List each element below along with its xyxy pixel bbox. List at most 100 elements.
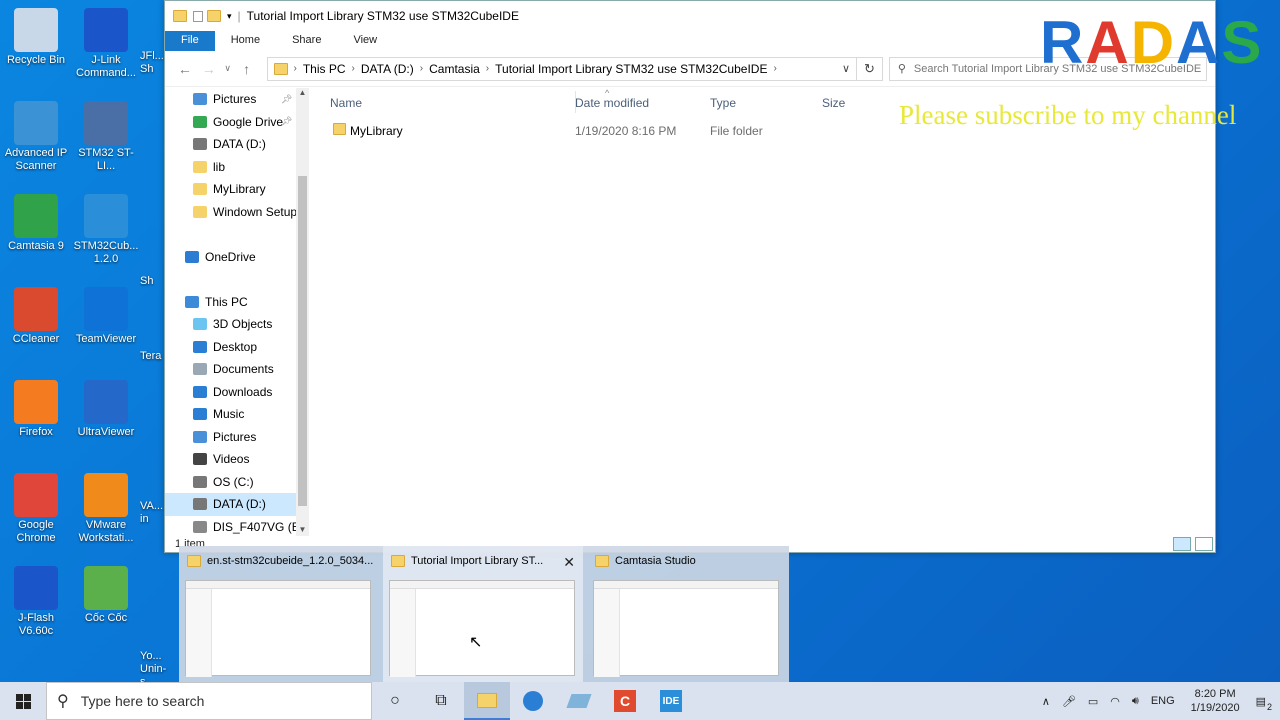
tool-icon[interactable] — [556, 682, 602, 720]
nav-item[interactable]: Windown Setup — [165, 201, 309, 224]
nav-item[interactable]: DATA (D:) — [165, 493, 309, 516]
file-explorer-icon[interactable] — [464, 682, 510, 720]
desktop-icon-b-6[interactable]: Cốc Cốc — [70, 566, 142, 625]
desktop-icon-a-0[interactable]: Recycle Bin — [0, 8, 72, 67]
nav-item-label: Videos — [213, 452, 250, 467]
up-arrow-icon[interactable]: ↑ — [235, 61, 259, 77]
volume-icon[interactable]: 🔊︎ — [1132, 695, 1139, 708]
documents-icon — [193, 363, 207, 376]
thumbnail-window-2[interactable]: Tutorial Import Library ST... ✕ ↖ — [383, 546, 583, 682]
desktop-icon-a-4[interactable]: Firefox — [0, 380, 72, 439]
nav-item-label: OS (C:) — [213, 474, 254, 489]
scrollbar-thumb[interactable] — [298, 176, 307, 506]
desktop-icon-label: VA... in — [140, 500, 164, 525]
desktop-icon-b-1[interactable]: STM32 ST-LI... — [70, 101, 142, 173]
thumbnail-window-3[interactable]: Camtasia Studio — [587, 546, 787, 682]
column-date[interactable]: Date modified — [575, 96, 649, 110]
breadcrumb-current[interactable]: Tutorial Import Library STM32 use STM32C… — [495, 62, 767, 76]
thumbnail-window-1[interactable]: en.st-stm32cubeide_1.2.0_5034... — [179, 546, 379, 682]
nav-item[interactable]: OneDrive — [165, 246, 309, 269]
back-arrow-icon[interactable]: ← — [173, 61, 197, 77]
notifications-icon[interactable]: ▤ 2 — [1256, 695, 1272, 712]
large-icons-view-button[interactable] — [1195, 537, 1213, 551]
desktop-icon — [193, 340, 207, 353]
close-icon[interactable]: ✕ — [563, 554, 575, 571]
column-name[interactable]: Name — [330, 96, 362, 110]
nav-item-label: Pictures — [213, 429, 257, 444]
nav-item[interactable]: Documents — [165, 358, 309, 381]
browser-icon[interactable] — [510, 682, 556, 720]
stlink-icon — [84, 101, 128, 145]
nav-item[interactable]: DATA (D:) — [165, 133, 309, 156]
nav-item[interactable]: DIS_F407VG (E:) — [165, 516, 309, 537]
scroll-up-icon[interactable]: ▲ — [296, 88, 309, 97]
pictures-icon — [193, 430, 207, 443]
nav-item[interactable]: Pictures — [165, 426, 309, 449]
language-indicator[interactable]: ENG — [1151, 695, 1175, 707]
breadcrumb-separator: › — [419, 63, 424, 74]
battery-icon[interactable]: ▭ — [1088, 695, 1098, 708]
nav-item[interactable]: Music — [165, 403, 309, 426]
navigation-scrollbar[interactable]: ▲ ▼ — [296, 88, 309, 536]
folder-check-icon — [193, 160, 207, 173]
desktop-icon-b-4[interactable]: UltraViewer — [70, 380, 142, 439]
nav-item[interactable]: 3D Objects — [165, 313, 309, 336]
folder-icon — [173, 10, 187, 22]
nav-item[interactable]: Videos — [165, 448, 309, 471]
tab-view[interactable]: View — [337, 31, 393, 51]
nav-item-label: This PC — [205, 294, 248, 309]
tab-share[interactable]: Share — [276, 31, 337, 51]
desktop-icon-label: VMware Workstati... — [78, 519, 134, 544]
taskbar-search-input[interactable]: ⚲ Type here to search — [46, 682, 372, 720]
camtasia-icon[interactable]: C — [602, 682, 648, 720]
breadcrumb-data-d[interactable]: DATA (D:) — [361, 62, 414, 76]
recent-locations-icon[interactable]: ∨ — [221, 63, 235, 74]
nav-item[interactable]: OS (C:) — [165, 471, 309, 494]
desktop-icon-a-5[interactable]: Google Chrome — [0, 473, 72, 545]
breadcrumb-camtasia[interactable]: Camtasia — [429, 62, 480, 76]
chevron-up-icon[interactable]: ∧ — [1042, 695, 1050, 708]
new-folder-icon[interactable] — [207, 10, 221, 22]
tab-file[interactable]: File — [165, 31, 215, 51]
nav-item[interactable]: Google Drive 📌︎ — [165, 111, 309, 134]
nav-item[interactable]: This PC — [165, 291, 309, 314]
start-button[interactable] — [0, 682, 46, 720]
desktop-icon-label: Sh — [140, 275, 154, 287]
desktop-icon-label: STM32 ST-LI... — [78, 147, 134, 172]
search-icon: ⚲ — [897, 63, 906, 75]
column-size[interactable]: Size — [822, 96, 845, 110]
desktop-icon-b-5[interactable]: VMware Workstati... — [70, 473, 142, 545]
wifi-icon[interactable]: ◠ — [1110, 695, 1120, 708]
nav-item[interactable]: lib — [165, 156, 309, 179]
tab-home[interactable]: Home — [215, 31, 276, 51]
address-dropdown-icon[interactable]: ∨ — [842, 62, 850, 75]
brand-letter: R — [1040, 9, 1086, 76]
desktop-icon-a-1[interactable]: Advanced IP Scanner — [0, 101, 72, 173]
task-view-icon[interactable]: ⧉ — [418, 682, 464, 720]
pictures-icon — [193, 93, 207, 106]
breadcrumb-this-pc[interactable]: This PC — [303, 62, 346, 76]
properties-icon[interactable] — [193, 10, 203, 22]
details-view-button[interactable] — [1173, 537, 1191, 551]
refresh-button[interactable]: ↻ — [857, 56, 883, 81]
nav-item[interactable]: Desktop — [165, 336, 309, 359]
scroll-down-icon[interactable]: ▼ — [296, 525, 309, 534]
clock[interactable]: 8:20 PM 1/19/2020 — [1191, 687, 1240, 715]
address-bar[interactable]: › This PC › DATA (D:) › Camtasia › Tutor… — [266, 56, 858, 81]
desktop-icon-b-2[interactable]: STM32Cub... 1.2.0 — [70, 194, 142, 266]
desktop-icon-b-3[interactable]: TeamViewer — [70, 287, 142, 346]
nav-item-label: Documents — [213, 362, 274, 377]
cortana-icon[interactable]: ○ — [372, 682, 418, 720]
nav-item[interactable]: Pictures 📌︎ — [165, 88, 309, 111]
microphone-icon[interactable]: 🎤︎ — [1062, 695, 1076, 708]
nav-item[interactable]: MyLibrary — [165, 178, 309, 201]
desktop-icon-a-2[interactable]: Camtasia 9 — [0, 194, 72, 253]
column-type[interactable]: Type — [710, 96, 736, 110]
desktop-icon-b-0[interactable]: J-Link Command... — [70, 8, 142, 80]
desktop-icon-a-6[interactable]: J-Flash V6.60c — [0, 566, 72, 638]
chevron-down-icon[interactable]: ▾ — [227, 11, 232, 22]
ide-icon[interactable]: IDE — [648, 682, 694, 720]
nav-item[interactable]: Downloads — [165, 381, 309, 404]
forward-arrow-icon[interactable]: → — [197, 61, 221, 77]
desktop-icon-a-3[interactable]: CCleaner — [0, 287, 72, 346]
